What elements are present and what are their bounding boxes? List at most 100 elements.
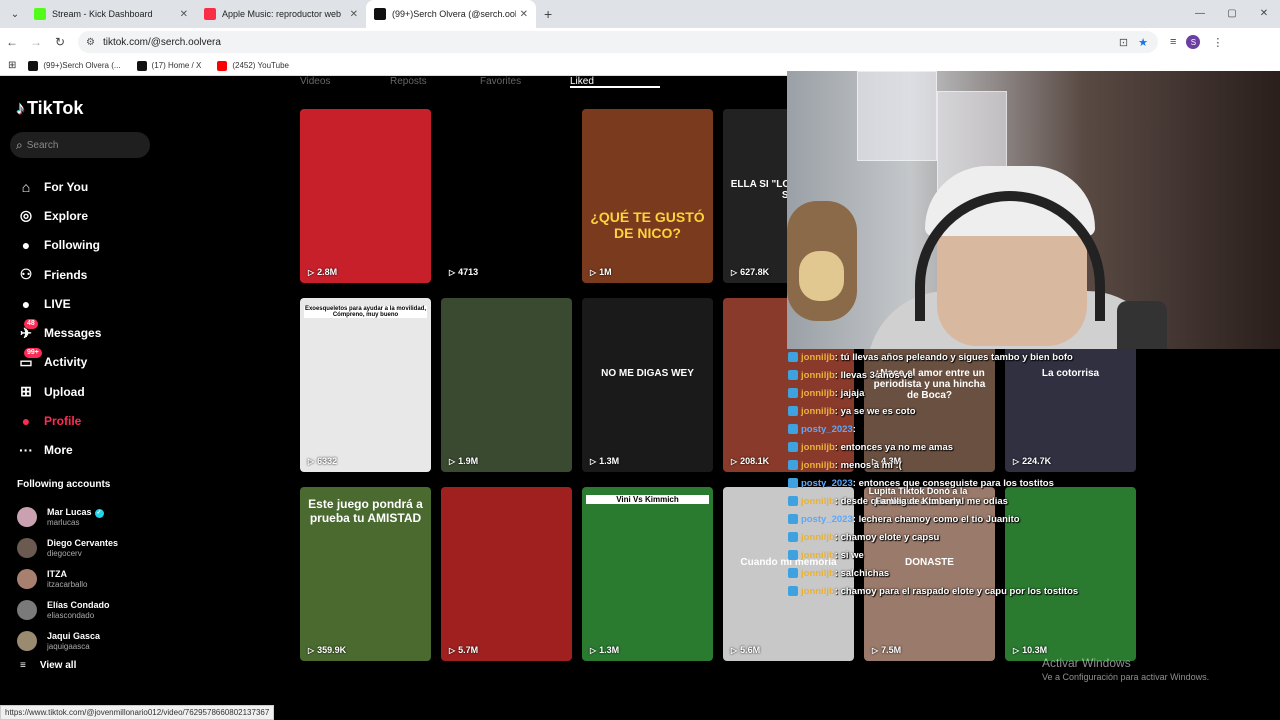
video-caption: Este juego pondrá a prueba tu AMISTAD bbox=[308, 497, 423, 525]
tab-liked[interactable]: Liked bbox=[570, 76, 660, 88]
browser-tab[interactable]: Stream - Kick Dashboard ✕ bbox=[26, 0, 196, 28]
url-field[interactable]: ⚙ tiktok.com/@serch.oolvera ⊡ ★ bbox=[78, 31, 1158, 53]
nav-item-profile[interactable]: ● Profile bbox=[16, 406, 101, 435]
play-icon: ▷ bbox=[308, 645, 315, 655]
bookmark-favicon-icon bbox=[217, 60, 228, 71]
tab-favicon-icon bbox=[204, 8, 216, 20]
video-card[interactable]: ▷ 4713 bbox=[441, 109, 572, 283]
media-controls-icon[interactable]: ≡ bbox=[1170, 36, 1176, 48]
play-icon: ▷ bbox=[590, 456, 597, 466]
play-icon: ▷ bbox=[449, 456, 456, 466]
tab-videos[interactable]: Videos bbox=[300, 76, 390, 88]
nav-item-label: Upload bbox=[44, 384, 85, 399]
search-input[interactable]: ⌕ Search bbox=[10, 132, 150, 158]
following-account[interactable]: Elías Condado eliascondado bbox=[17, 594, 118, 625]
chat-message: jonniljb: jajaja bbox=[788, 384, 1118, 402]
view-count: ▷ 5.6M bbox=[731, 645, 760, 655]
nav-item-friends[interactable]: ⚇ Friends bbox=[16, 260, 101, 289]
tab-favorites[interactable]: Favorites bbox=[480, 76, 570, 88]
play-icon: ▷ bbox=[308, 267, 315, 277]
play-icon: ▷ bbox=[449, 645, 456, 655]
nav-item-for-you[interactable]: ⌂ For You bbox=[16, 172, 101, 201]
tab-close-icon[interactable]: ✕ bbox=[350, 9, 358, 20]
play-icon: ▷ bbox=[308, 456, 315, 466]
chat-text: : si we bbox=[834, 549, 864, 561]
close-window-icon[interactable]: ✕ bbox=[1248, 0, 1280, 28]
tiktok-logo[interactable]: ♪ TikTok bbox=[16, 98, 83, 119]
following-account[interactable]: Jaqui Gasca jaquigaasca bbox=[17, 625, 118, 656]
play-icon: ▷ bbox=[731, 645, 738, 655]
video-card[interactable]: Vini Vs Kimmich ▷ 1.3M bbox=[582, 487, 713, 661]
minimize-icon[interactable]: — bbox=[1184, 0, 1216, 28]
chat-badge-icon bbox=[788, 478, 798, 488]
bookmark-item[interactable]: (99+)Serch Olvera (... bbox=[28, 60, 121, 71]
friends-icon: ⚇ bbox=[19, 266, 33, 283]
chat-text: : menos a mi :( bbox=[834, 459, 902, 471]
reload-icon[interactable]: ↻ bbox=[48, 35, 72, 49]
chat-username: posty_2023 bbox=[801, 513, 853, 525]
following-account[interactable]: Diego Cervantes diegocerv bbox=[17, 533, 118, 564]
chat-text: : chamoy elote y capsu bbox=[834, 531, 940, 543]
compass-icon: ◎ bbox=[19, 207, 33, 224]
apps-grid-icon[interactable]: ⊞ bbox=[8, 60, 16, 71]
play-icon: ▷ bbox=[590, 267, 597, 277]
chat-username: posty_2023 bbox=[801, 477, 853, 489]
chat-text: : lechera chamoy como el tio Juanito bbox=[852, 513, 1020, 525]
video-card[interactable]: ▷ 1.9M bbox=[441, 298, 572, 472]
chat-badge-icon bbox=[788, 550, 798, 560]
tab-close-icon[interactable]: ✕ bbox=[180, 9, 188, 20]
nav-item-activity[interactable]: ▭ 99+ Activity bbox=[16, 348, 101, 377]
stream-chat-overlay: jonniljb: tú llevas años peleando y sigu… bbox=[788, 348, 1118, 600]
view-all-button[interactable]: ≡ View all bbox=[20, 660, 76, 671]
view-count-value: 2.8M bbox=[317, 267, 338, 277]
video-card[interactable]: Exoesqueletos para ayudar a la movilidad… bbox=[300, 298, 431, 472]
tiktok-note-icon: ♪ bbox=[16, 98, 25, 118]
following-account[interactable]: Mar Lucas ✓ marlucas bbox=[17, 502, 118, 533]
video-card[interactable]: NO ME DIGAS WEY ▷ 1.3M bbox=[582, 298, 713, 472]
back-icon[interactable]: ← bbox=[0, 35, 24, 49]
video-card[interactable]: ▷ 5.7M bbox=[441, 487, 572, 661]
forward-icon[interactable]: → bbox=[24, 35, 48, 49]
menu-kebab-icon[interactable]: ⋮ bbox=[1212, 36, 1223, 49]
account-name: Jaqui Gasca bbox=[47, 631, 100, 642]
video-card[interactable]: ¿QUÉ TE GUSTÓ DE NICO? ▷ 1M bbox=[582, 109, 713, 283]
watermark-line2: Ve a Configuración para activar Windows. bbox=[1042, 672, 1210, 682]
chat-username: jonniljb bbox=[801, 495, 835, 507]
chat-text: : entonces ya no me amas bbox=[834, 441, 954, 453]
video-card[interactable]: ▷ 2.8M bbox=[300, 109, 431, 283]
tab-reposts[interactable]: Reposts bbox=[390, 76, 480, 88]
new-tab-button[interactable]: + bbox=[544, 6, 552, 22]
site-info-icon[interactable]: ⚙ bbox=[86, 37, 95, 48]
bookmark-star-icon[interactable]: ★ bbox=[1138, 36, 1148, 49]
chat-badge-icon bbox=[788, 586, 798, 596]
bookmark-item[interactable]: (2452) YouTube bbox=[217, 60, 289, 71]
view-count-value: 359.9K bbox=[317, 645, 347, 655]
video-card[interactable]: Este juego pondrá a prueba tu AMISTAD ▷ 35… bbox=[300, 487, 431, 661]
chat-badge-icon bbox=[788, 388, 798, 398]
following-account[interactable]: ITZA itzacarballo bbox=[17, 564, 118, 595]
nav-item-explore[interactable]: ◎ Explore bbox=[16, 201, 101, 230]
tab-close-icon[interactable]: ✕ bbox=[520, 9, 528, 20]
profile-avatar[interactable]: S bbox=[1186, 35, 1201, 49]
tab-search-icon[interactable]: ⌄ bbox=[4, 3, 26, 25]
browser-tab[interactable]: Apple Music: reproductor web ✕ bbox=[196, 0, 366, 28]
video-caption: Vini Vs Kimmich bbox=[586, 495, 709, 504]
nav-item-following[interactable]: ● Following bbox=[16, 231, 101, 260]
browser-tab[interactable]: (99+)Serch Olvera (@serch.oolv ✕ bbox=[366, 0, 536, 28]
nav-item-label: For You bbox=[44, 179, 89, 194]
install-app-icon[interactable]: ⊡ bbox=[1119, 36, 1128, 49]
nav-item-more[interactable]: ··· More bbox=[16, 436, 101, 465]
account-name-text: Mar Lucas bbox=[47, 507, 92, 518]
nav-item-messages[interactable]: ✈ 48 Messages bbox=[16, 318, 101, 347]
video-caption: Exoesqueletos para ayudar a la movilidad… bbox=[304, 306, 427, 318]
bookmark-item[interactable]: (17) Home / X bbox=[136, 60, 201, 71]
following-accounts-list: Mar Lucas ✓ marlucas Diego Cervantes diegoce… bbox=[17, 502, 118, 656]
nav-item-label: Messages bbox=[44, 326, 102, 341]
view-all-label: View all bbox=[39, 660, 77, 671]
notification-badge: 48 bbox=[24, 319, 38, 330]
chat-text: : chamoy para el raspado elote y capu po… bbox=[834, 585, 1079, 597]
nav-item-live[interactable]: ● LIVE bbox=[16, 289, 101, 318]
maximize-icon[interactable]: ▢ bbox=[1216, 0, 1248, 28]
chat-message: jonniljb: entonces ya no me amas bbox=[788, 438, 1118, 456]
nav-item-upload[interactable]: ⊞ Upload bbox=[16, 377, 101, 406]
